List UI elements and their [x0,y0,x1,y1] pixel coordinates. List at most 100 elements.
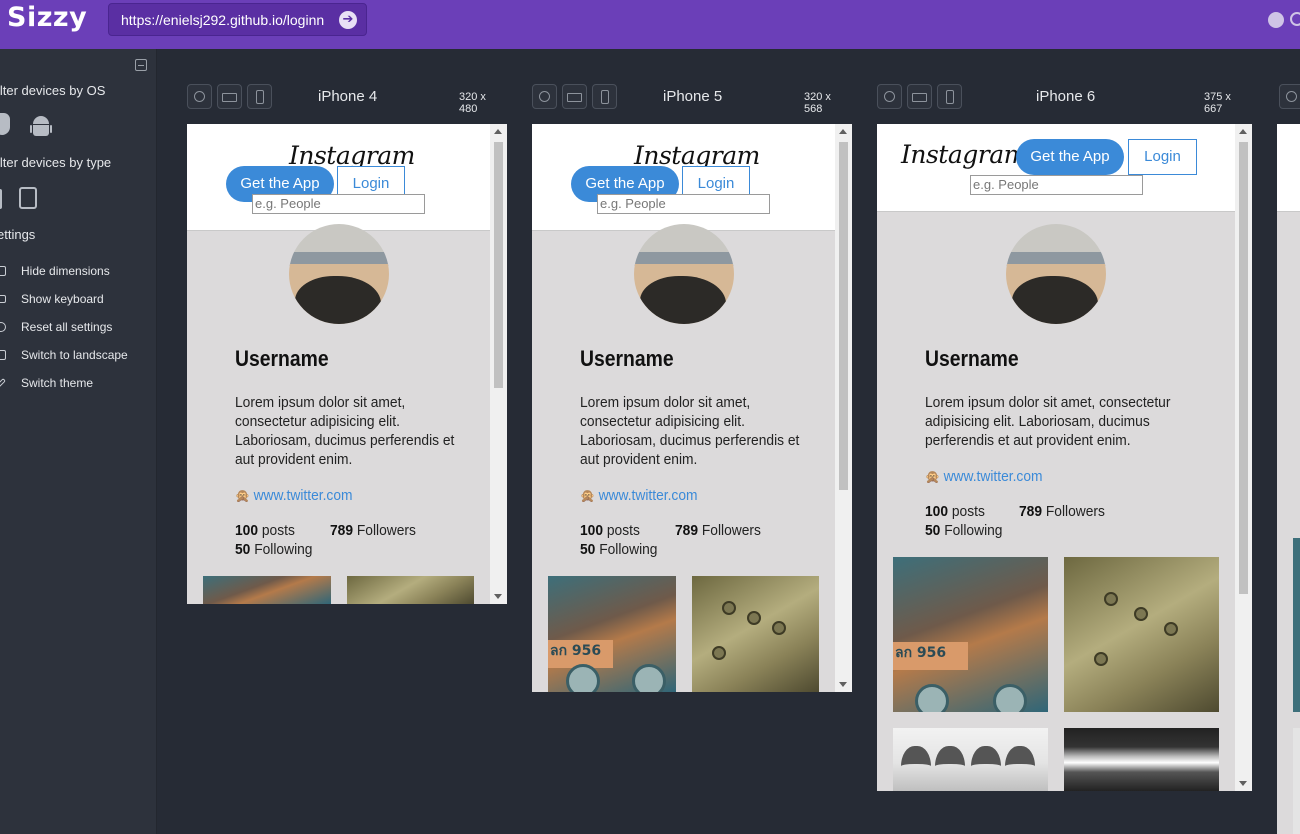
switch-theme-item[interactable]: Switch theme [0,375,157,393]
sidebar: ilter devices by OS ilter devices by typ… [0,49,157,834]
search-input[interactable]: e.g. People [597,194,770,214]
scrollbar[interactable] [835,124,852,692]
bio: Lorem ipsum dolor sit amet, consectetur a… [580,394,800,468]
collapse-icon[interactable] [135,59,147,71]
phone-icon [946,90,954,104]
rotate-button[interactable] [187,84,212,109]
github-icon[interactable] [1268,12,1284,28]
profile-link[interactable]: 🙊 www.twitter.com [925,468,1043,485]
login-button[interactable]: Login [1128,139,1197,175]
monkey-icon: 🙊 [580,488,595,503]
followers-stat: 789 Followers [1019,503,1105,520]
brush-icon [0,378,6,388]
scrollbar[interactable] [490,124,507,604]
go-arrow-icon[interactable]: ➔ [339,11,357,29]
search-input[interactable]: e.g. People [970,175,1143,195]
device-dimensions: 320 x 568 [804,91,831,115]
site-logo: Instagram [901,140,1027,169]
apple-icon[interactable] [0,113,10,135]
orientation-button[interactable] [937,84,962,109]
reset-settings-item[interactable]: Reset all settings [0,319,157,337]
device-screen[interactable]: Instagram Get the App Login e.g. People … [187,124,507,604]
rotate-button[interactable] [1279,84,1300,109]
search-icon[interactable] [1290,12,1300,26]
photo-guitar[interactable] [347,576,474,604]
keyboard-button[interactable] [217,84,242,109]
device-toolbar: iPhone 6 375 x 667 [877,84,1252,115]
hide-dimensions-label: Hide dimensions [21,264,110,278]
username: Username [235,346,329,371]
device-screen[interactable]: Instagram Get the App Login e.g. People … [877,124,1252,791]
avatar [1006,224,1106,324]
site-header: Instagram Get the App Login e.g. People [187,124,490,231]
avatar [634,224,734,324]
device-screen[interactable]: Instagram Get the App Login e.g. People … [532,124,852,692]
profile-link[interactable]: 🙊 www.twitter.com [235,487,353,504]
switch-landscape-item[interactable]: Switch to landscape [0,347,157,365]
bio: Lorem ipsum dolor sit amet, consectetur a… [925,394,1171,449]
device-toolbar: iPhone 5 320 x 568 [532,84,852,115]
photo-motion[interactable] [1064,728,1219,791]
filter-type-heading: ilter devices by type [0,155,112,170]
search-input[interactable]: e.g. People [252,194,425,214]
keyboard-icon [567,93,582,102]
scrollbar[interactable] [1235,124,1252,791]
hide-dimensions-item[interactable]: Hide dimensions [0,263,157,281]
target-icon [884,91,895,102]
photo-guitar[interactable] [692,576,819,692]
posts-stat: 100 posts [580,522,640,539]
rotate-button[interactable] [877,84,902,109]
orientation-button[interactable] [592,84,617,109]
keyboard-icon [222,93,237,102]
switch-landscape-label: Switch to landscape [21,348,128,362]
target-icon [539,91,550,102]
url-input[interactable]: https://enielsj292.github.io/loginn ➔ [108,3,367,36]
tablet-icon[interactable] [19,187,37,209]
keyboard-button[interactable] [562,84,587,109]
site-header: Instagram Get the App Login e.g. People [532,124,835,231]
phone-icon[interactable] [0,189,2,209]
device-dimensions: 375 x 667 [1204,91,1231,115]
android-icon[interactable] [30,116,52,138]
refresh-icon [0,322,6,332]
photo-tuk-tuk[interactable]: ลก 956 [548,576,676,692]
device-name: iPhone 4 [318,88,378,105]
avatar [289,224,389,324]
keyboard-icon [0,295,6,303]
username: Username [580,346,674,371]
show-keyboard-label: Show keyboard [21,292,104,306]
site-header: Instagram Get the App Login e.g. People [877,124,1235,212]
photo-tuk-tuk[interactable]: ลก 956 [893,557,1048,712]
square-icon [0,350,6,360]
orientation-button[interactable] [247,84,272,109]
keyboard-icon [912,93,927,102]
show-keyboard-item[interactable]: Show keyboard [0,291,157,309]
posts-stat: 100 posts [235,522,295,539]
followers-stat: 789 Followers [330,522,416,539]
photo-tuk-tuk[interactable] [203,576,331,604]
phone-icon [601,90,609,104]
top-bar: Sizzy https://enielsj292.github.io/login… [0,0,1300,49]
device-screen-partial[interactable] [1277,124,1300,834]
keyboard-button[interactable] [907,84,932,109]
get-app-button[interactable]: Get the App [1016,139,1124,175]
following-stat: 50 Following [925,522,1003,539]
phone-icon [256,90,264,104]
username: Username [925,346,1019,371]
rotate-button[interactable] [532,84,557,109]
photo-trees[interactable] [893,728,1048,791]
device-toolbar: iPhone 4 320 x 480 [187,84,507,115]
switch-theme-label: Switch theme [21,376,94,390]
device-name: iPhone 5 [663,88,723,105]
profile-link[interactable]: 🙊 www.twitter.com [580,487,698,504]
posts-stat: 100 posts [925,503,985,520]
plate-text: ลก 956 [893,642,968,671]
device-dimensions: 320 x 480 [459,91,486,115]
target-icon [194,91,205,102]
photo-guitar[interactable] [1064,557,1219,712]
bio: Lorem ipsum dolor sit amet, consectetur a… [235,394,455,468]
device-name: iPhone 6 [1036,88,1096,105]
filter-os-heading: ilter devices by OS [0,83,106,98]
url-text: https://enielsj292.github.io/loginn [121,12,325,28]
following-stat: 50 Following [235,541,313,558]
